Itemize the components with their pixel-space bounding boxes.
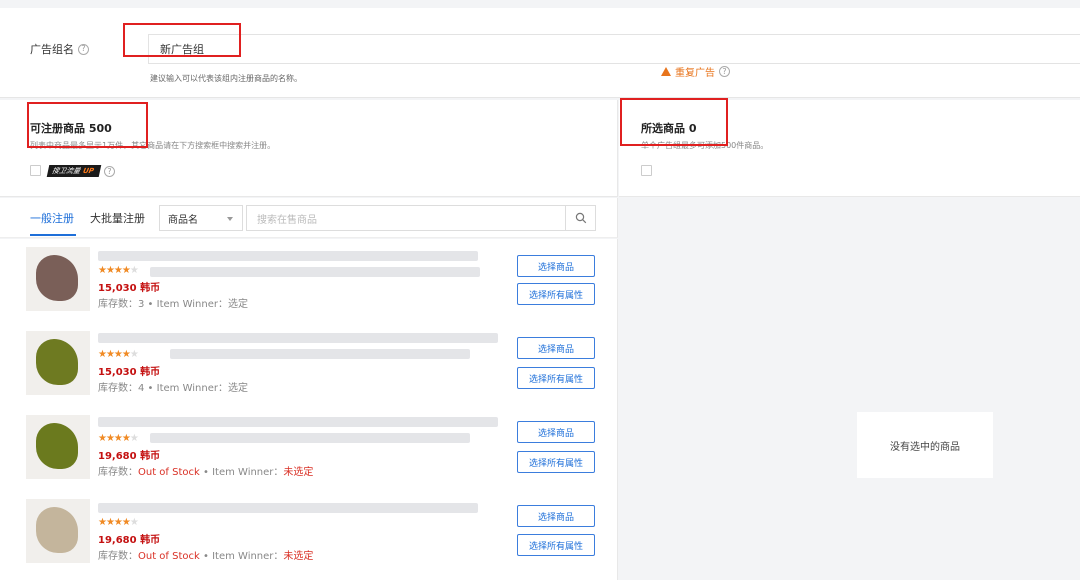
product-thumbnail xyxy=(26,247,90,311)
rating-stars: ★★★★★ xyxy=(98,433,139,444)
group-name-input[interactable]: 新广告组 xyxy=(148,34,1080,64)
product-thumbnail xyxy=(26,331,90,395)
help-icon[interactable]: ? xyxy=(78,43,89,55)
selected-products-panel: 没有选中的商品 xyxy=(619,198,1080,580)
product-list: ★★★★★ 15,030 韩币 库存数：3 • Item Winner：选定 选… xyxy=(0,239,618,580)
blurred-product-name xyxy=(98,503,478,513)
chevron-down-icon xyxy=(227,217,233,221)
select-product-button[interactable]: 选择商品 xyxy=(517,421,595,443)
stock-info: 库存数：4 • Item Winner：选定 xyxy=(98,383,248,394)
select-all-attributes-button[interactable]: 选择所有属性 xyxy=(517,367,595,389)
select-product-button[interactable]: 选择商品 xyxy=(517,505,595,527)
blurred-product-name xyxy=(98,333,498,343)
blurred-product-name xyxy=(150,433,470,443)
group-name-card: 广告组名 ? 新广告组 建议输入可以代表该组内注册商品的名称。 xyxy=(0,8,1080,98)
available-products-title: 可注册商品 500 xyxy=(30,122,112,135)
select-product-button[interactable]: 选择商品 xyxy=(517,337,595,359)
rating-stars: ★★★★★ xyxy=(98,349,139,360)
list-item: ★★★★★ 15,030 韩币 库存数：4 • Item Winner：选定 选… xyxy=(0,323,618,407)
warning-icon xyxy=(661,67,671,76)
product-image xyxy=(36,423,78,469)
list-item: ★★★★★ 19,680 韩币 库存数：Out of Stock • Item … xyxy=(0,491,618,575)
selected-products-header: 所选商品 0 单个广告组最多可添加500件商品。 xyxy=(619,100,1080,197)
empty-selection-message: 没有选中的商品 xyxy=(857,412,993,478)
blurred-product-name xyxy=(98,417,498,427)
select-all-attributes-button[interactable]: 选择所有属性 xyxy=(517,451,595,473)
search-field-select[interactable]: 商品名 xyxy=(159,205,243,231)
traffic-up-checkbox[interactable] xyxy=(30,165,41,176)
list-item: ★★★★★ 15,030 韩币 库存数：3 • Item Winner：选定 选… xyxy=(0,239,618,323)
rating-stars: ★★★★★ xyxy=(98,517,139,528)
repeat-ad-checkbox[interactable] xyxy=(641,165,652,176)
stock-info: 库存数：3 • Item Winner：选定 xyxy=(98,299,248,310)
product-image xyxy=(36,255,78,301)
product-image xyxy=(36,339,78,385)
available-products-subtitle: 列表中商品最多显示1万件，其它商品请在下方搜索框中搜索并注册。 xyxy=(30,141,276,150)
group-name-label: 广告组名 ? xyxy=(30,41,89,57)
tab-bulk[interactable]: 大批量注册 xyxy=(90,210,145,226)
select-all-attributes-button[interactable]: 选择所有属性 xyxy=(517,534,595,556)
stock-info: 库存数：Out of Stock • Item Winner：未选定 xyxy=(98,551,314,562)
product-price: 19,680 韩币 xyxy=(98,535,161,546)
traffic-up-badge: 搜卫流量 UP xyxy=(46,165,102,177)
repeat-ad-label: 重复广告 ? xyxy=(661,64,730,79)
selected-products-title: 所选商品 0 xyxy=(641,122,697,135)
list-item: ★★★★★ 19,680 韩币 库存数：Out of Stock • Item … xyxy=(0,407,618,491)
search-input[interactable]: 搜索在售商品 xyxy=(246,205,566,231)
product-thumbnail xyxy=(26,415,90,479)
search-button[interactable] xyxy=(566,205,596,231)
product-price: 19,680 韩币 xyxy=(98,451,161,462)
product-price: 15,030 韩币 xyxy=(98,367,161,378)
selected-products-subtitle: 单个广告组最多可添加500件商品。 xyxy=(641,141,769,150)
search-icon xyxy=(575,212,586,224)
rating-stars: ★★★★★ xyxy=(98,265,139,276)
select-all-attributes-button[interactable]: 选择所有属性 xyxy=(517,283,595,305)
active-tab-indicator xyxy=(30,234,76,236)
select-product-button[interactable]: 选择商品 xyxy=(517,255,595,277)
product-thumbnail xyxy=(26,499,90,563)
blurred-product-name xyxy=(170,349,470,359)
help-icon[interactable]: ? xyxy=(719,66,730,77)
stock-info: 库存数：Out of Stock • Item Winner：未选定 xyxy=(98,467,314,478)
product-price: 15,030 韩币 xyxy=(98,283,161,294)
help-icon[interactable]: ? xyxy=(104,166,115,177)
product-image xyxy=(36,507,78,553)
blurred-product-name xyxy=(150,267,480,277)
group-name-hint: 建议输入可以代表该组内注册商品的名称。 xyxy=(150,74,302,83)
available-products-header: 可注册商品 500 列表中商品最多显示1万件，其它商品请在下方搜索框中搜索并注册… xyxy=(0,100,618,197)
tab-general[interactable]: 一般注册 xyxy=(30,210,74,226)
blurred-product-name xyxy=(98,251,478,261)
